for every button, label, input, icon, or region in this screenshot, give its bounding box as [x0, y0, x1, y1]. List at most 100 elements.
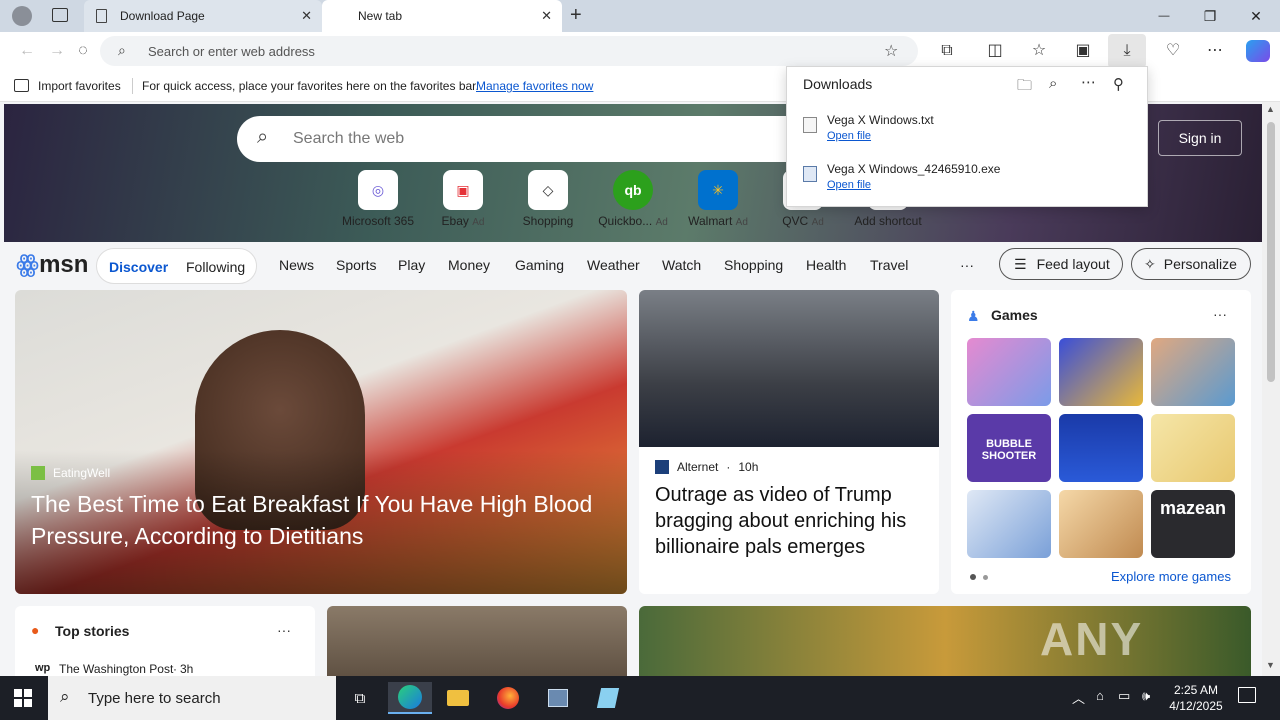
hero-story-card[interactable]: EatingWell The Best Time to Eat Breakfas… — [15, 290, 627, 594]
nav-play[interactable]: Play — [398, 257, 425, 273]
profile-icon[interactable] — [12, 6, 32, 26]
game-tile[interactable]: mazean — [1151, 490, 1235, 558]
close-tab-icon[interactable]: ✕ — [301, 8, 312, 24]
tab-discover[interactable]: Discover — [109, 259, 168, 275]
shortcut-shopping[interactable]: ◇ Shopping — [505, 170, 591, 228]
top-stories-more-icon[interactable]: ··· — [277, 622, 291, 638]
game-tile[interactable] — [1059, 490, 1143, 558]
split-screen-icon[interactable]: ◫ — [984, 40, 1006, 62]
shortcut-quickbooks[interactable]: qb Quickbo... Ad — [590, 170, 676, 228]
hero-headline[interactable]: The Best Time to Eat Breakfast If You Ha… — [31, 488, 601, 552]
downloads-button[interactable]: ⤓ — [1108, 34, 1146, 68]
news-story-card[interactable]: Alternet · 10h Outrage as video of Trump… — [639, 290, 939, 594]
address-bar[interactable]: ⌕ Search or enter web address ☆ — [100, 36, 918, 66]
nav-more-icon[interactable]: ··· — [960, 257, 974, 273]
game-tile[interactable] — [1151, 338, 1235, 406]
taskbar-clock[interactable]: 2:25 AM 4/12/2025 — [1166, 682, 1226, 714]
nav-health[interactable]: Health — [806, 257, 846, 273]
game-tile[interactable] — [967, 338, 1051, 406]
forward-icon[interactable]: → — [46, 40, 68, 62]
windows-taskbar: ⌕ Type here to search ⧉ ︿ ⌂ ▭ 🕪 2:25 AM … — [0, 676, 1280, 720]
start-button[interactable] — [14, 689, 32, 707]
shortcut-ebay[interactable]: ▣ Ebay Ad — [420, 170, 506, 228]
tab-following[interactable]: Following — [186, 259, 245, 275]
edge-taskbar-icon[interactable] — [388, 682, 432, 714]
msn-logo[interactable]: ꙮmsn — [16, 250, 88, 279]
carousel-dot[interactable] — [983, 575, 988, 580]
extensions-icon[interactable]: ⧉ — [936, 40, 958, 62]
nav-travel[interactable]: Travel — [870, 257, 908, 273]
scroll-up-icon[interactable]: ▲ — [1266, 104, 1275, 114]
carousel-dot-active[interactable] — [970, 574, 976, 580]
explore-more-games-link[interactable]: Explore more games — [1111, 569, 1231, 584]
game-tile[interactable] — [1059, 338, 1143, 406]
settings-more-icon[interactable]: ⋯ — [1204, 40, 1226, 62]
sign-in-button[interactable]: Sign in — [1158, 120, 1242, 156]
firefox-icon[interactable] — [486, 682, 530, 714]
copilot-icon[interactable] — [1246, 40, 1270, 62]
game-tile[interactable] — [1151, 414, 1235, 482]
shortcut-microsoft-365[interactable]: ◎ Microsoft 365 — [335, 170, 421, 228]
nav-gaming[interactable]: Gaming — [515, 257, 564, 273]
import-favorites-button[interactable]: Import favorites — [38, 79, 121, 93]
ethernet-icon[interactable]: ▭ — [1118, 688, 1130, 704]
tab-bar: Download Page ✕ New tab ✕ + — ❐ ✕ — [0, 0, 1280, 32]
story-photo-card[interactable] — [327, 606, 627, 676]
task-view-icon[interactable]: ⧉ — [338, 682, 382, 714]
back-icon[interactable]: ← — [16, 40, 38, 62]
shortcut-walmart[interactable]: ✳ Walmart Ad — [675, 170, 761, 228]
game-tile[interactable] — [1059, 414, 1143, 482]
volume-icon[interactable]: 🕪 — [1142, 688, 1150, 704]
shortcut-label: Ebay — [441, 214, 469, 228]
taskbar-search-placeholder: Type here to search — [88, 690, 221, 707]
game-tile[interactable]: BUBBLE SHOOTER — [967, 414, 1051, 482]
app-installer-icon[interactable] — [536, 682, 580, 714]
nav-sports[interactable]: Sports — [336, 257, 376, 273]
source-separator: · — [726, 460, 731, 474]
tab-actions-icon[interactable] — [52, 8, 68, 22]
web-search-box[interactable]: ⌕ Search the web — [237, 116, 837, 162]
loading-icon[interactable]: ◌ — [72, 40, 94, 62]
nav-money[interactable]: Money — [448, 257, 490, 273]
notepad-icon[interactable] — [586, 682, 630, 714]
nav-news[interactable]: News — [279, 257, 314, 273]
open-file-link[interactable]: Open file — [827, 130, 871, 142]
taskbar-search-box[interactable]: ⌕ Type here to search — [48, 676, 336, 720]
nav-weather[interactable]: Weather — [587, 257, 640, 273]
close-tab-icon[interactable]: ✕ — [541, 8, 552, 24]
nav-watch[interactable]: Watch — [662, 257, 701, 273]
story-headline[interactable]: Outrage as video of Trump bragging about… — [655, 482, 927, 560]
open-folder-icon[interactable]: 🗀 — [1017, 75, 1032, 100]
favorites-icon[interactable]: ☆ — [1028, 40, 1050, 62]
game-tile-label: mazean — [1159, 498, 1227, 518]
source-separator: · — [173, 662, 177, 676]
feed-layout-button[interactable]: ☰ Feed layout — [999, 248, 1123, 280]
more-options-icon[interactable]: ⋯ — [1081, 73, 1096, 91]
tab-new-tab[interactable]: New tab ✕ — [322, 0, 562, 32]
scroll-down-icon[interactable]: ▼ — [1266, 660, 1275, 670]
network-icon[interactable]: ⌂ — [1096, 688, 1104, 703]
restore-button[interactable]: ❐ — [1190, 4, 1230, 28]
games-more-icon[interactable]: ··· — [1213, 306, 1227, 322]
notifications-icon[interactable] — [1238, 687, 1256, 703]
scrollbar-thumb[interactable] — [1267, 122, 1275, 382]
collections-icon[interactable]: ▣ — [1072, 40, 1094, 62]
favorite-star-icon[interactable]: ☆ — [884, 41, 898, 61]
story-age: 10h — [738, 460, 759, 474]
performance-icon[interactable]: ♡ — [1162, 40, 1184, 62]
open-file-link[interactable]: Open file — [827, 179, 871, 191]
minimize-button[interactable]: — — [1144, 4, 1184, 28]
page-scrollbar[interactable]: ▲ ▼ — [1262, 102, 1280, 676]
pin-icon[interactable]: ⚲ — [1113, 75, 1124, 93]
file-explorer-icon[interactable] — [436, 682, 480, 714]
new-tab-button[interactable]: + — [570, 4, 582, 27]
nav-shopping[interactable]: Shopping — [724, 257, 783, 273]
close-window-button[interactable]: ✕ — [1236, 4, 1276, 28]
game-tile[interactable] — [967, 490, 1051, 558]
personalize-button[interactable]: ✧ Personalize — [1131, 248, 1251, 280]
manage-favorites-link[interactable]: Manage favorites now — [476, 79, 593, 93]
personalize-label: Personalize — [1163, 256, 1237, 272]
search-icon[interactable]: ⌕ — [1049, 75, 1057, 92]
show-hidden-icons[interactable]: ︿ — [1072, 688, 1085, 707]
tab-download-page[interactable]: Download Page ✕ — [84, 0, 322, 32]
